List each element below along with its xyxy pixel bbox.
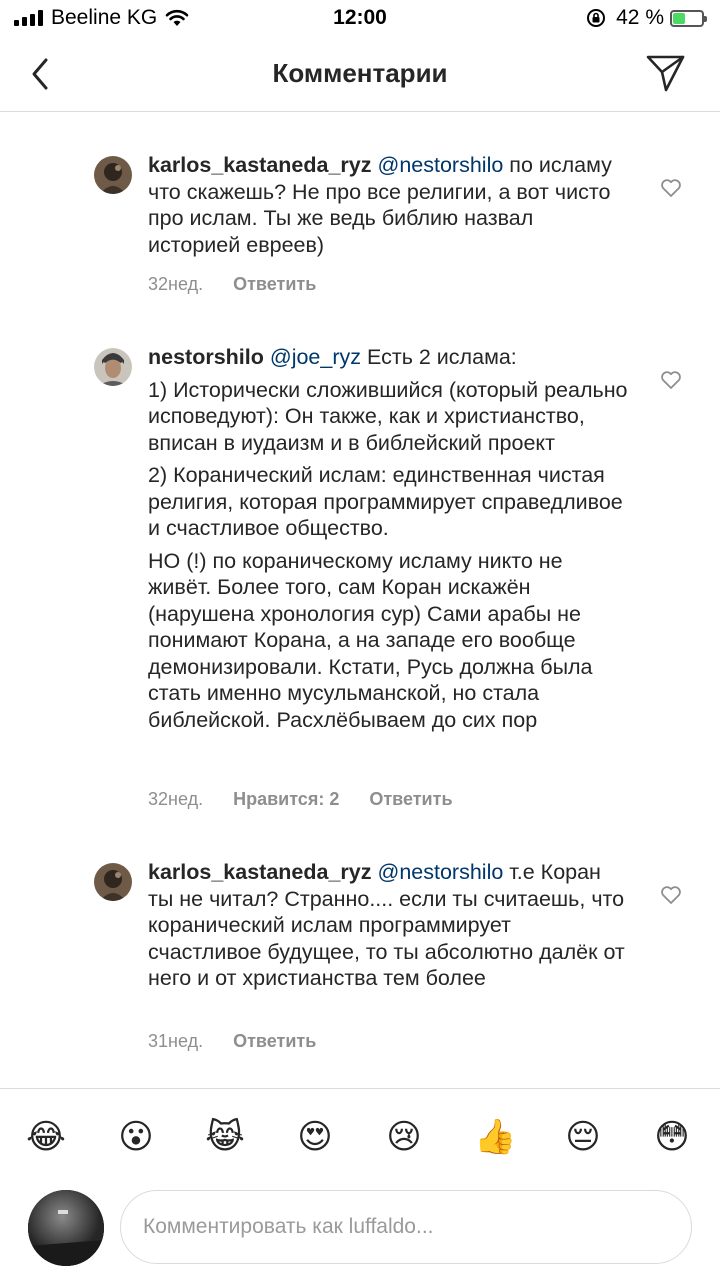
emoji-flushed[interactable]: 😳 bbox=[652, 1117, 692, 1157]
comment-username[interactable]: karlos_kastaneda_ryz bbox=[148, 153, 372, 177]
comment-input[interactable] bbox=[120, 1190, 692, 1264]
emoji-heart-eyes[interactable]: 😍 bbox=[295, 1117, 335, 1157]
comment-time: 32нед. bbox=[148, 274, 204, 294]
mention-link[interactable]: @joe_ryz bbox=[270, 345, 361, 369]
reply-button[interactable]: Ответить bbox=[233, 1031, 316, 1052]
battery-fill bbox=[673, 12, 685, 24]
emoji-crying[interactable]: 😢 bbox=[384, 1117, 424, 1157]
mention-link[interactable]: @nestorshilo bbox=[378, 860, 504, 884]
reply-button[interactable]: Ответить bbox=[233, 274, 316, 295]
heart-icon[interactable] bbox=[660, 885, 682, 905]
reply-button[interactable]: Ответить bbox=[369, 789, 452, 810]
page-title: Комментарии bbox=[272, 58, 448, 88]
emoji-tears-of-joy[interactable]: 😂 bbox=[26, 1117, 66, 1157]
paper-plane-icon[interactable] bbox=[644, 52, 686, 94]
battery-icon bbox=[670, 9, 707, 27]
battery-percent: 42 % bbox=[616, 6, 664, 29]
comment-text: karlos_kastaneda_ryz @nestorshilo по исл… bbox=[148, 152, 628, 258]
comment-paragraph: 2) Коранический ислам: единственная чист… bbox=[148, 463, 623, 540]
emoji-thumbs-up[interactable]: 👍 bbox=[474, 1117, 516, 1157]
navigation-bar: Комментарии bbox=[0, 38, 720, 112]
comment-meta: 32нед. Нравится: 2 Ответить bbox=[148, 789, 453, 810]
comment-paragraph-text: Есть 2 ислама: bbox=[367, 345, 517, 369]
comment-meta: 31нед. Ответить bbox=[148, 1031, 316, 1052]
mention-link[interactable]: @nestorshilo bbox=[378, 153, 504, 177]
comment-text: nestorshilo @joe_ryz Есть 2 ислама: 1) И… bbox=[148, 344, 628, 733]
avatar[interactable] bbox=[94, 156, 132, 194]
rotation-lock-icon bbox=[587, 9, 606, 27]
avatar[interactable] bbox=[94, 348, 132, 386]
heart-icon[interactable] bbox=[660, 370, 682, 390]
status-right: 42 % bbox=[586, 6, 707, 30]
status-bar: Beeline KG 12:00 42 % bbox=[0, 0, 720, 38]
emoji-surprised[interactable]: 😮 bbox=[116, 1117, 156, 1157]
emoji-pensive[interactable]: 😔 bbox=[563, 1117, 603, 1157]
comment-paragraph: НО (!) по кораническому исламу никто не … bbox=[148, 548, 593, 732]
emoji-bar: 😂 😮 😹 😍 😢 👍 😔 😳 bbox=[0, 1088, 720, 1184]
current-user-avatar bbox=[28, 1190, 104, 1266]
comment-username[interactable]: nestorshilo bbox=[148, 345, 264, 369]
comment-time: 32нед. bbox=[148, 789, 204, 809]
likes-count[interactable]: Нравится: 2 bbox=[233, 789, 339, 810]
comment-paragraph: nestorshilo @joe_ryz Есть 2 ислама: bbox=[148, 344, 628, 371]
comment-username[interactable]: karlos_kastaneda_ryz bbox=[148, 860, 372, 884]
comment-paragraph: 1) Исторически сложившийся (который реал… bbox=[148, 377, 628, 455]
comment-text: karlos_kastaneda_ryz @nestorshilo т.е Ко… bbox=[148, 859, 628, 992]
comment-meta: 32нед. Ответить bbox=[148, 274, 316, 295]
comment-time: 31нед. bbox=[148, 1031, 204, 1051]
emoji-cat-joy[interactable]: 😹 bbox=[205, 1117, 245, 1157]
avatar[interactable] bbox=[94, 863, 132, 901]
heart-icon[interactable] bbox=[660, 178, 682, 198]
